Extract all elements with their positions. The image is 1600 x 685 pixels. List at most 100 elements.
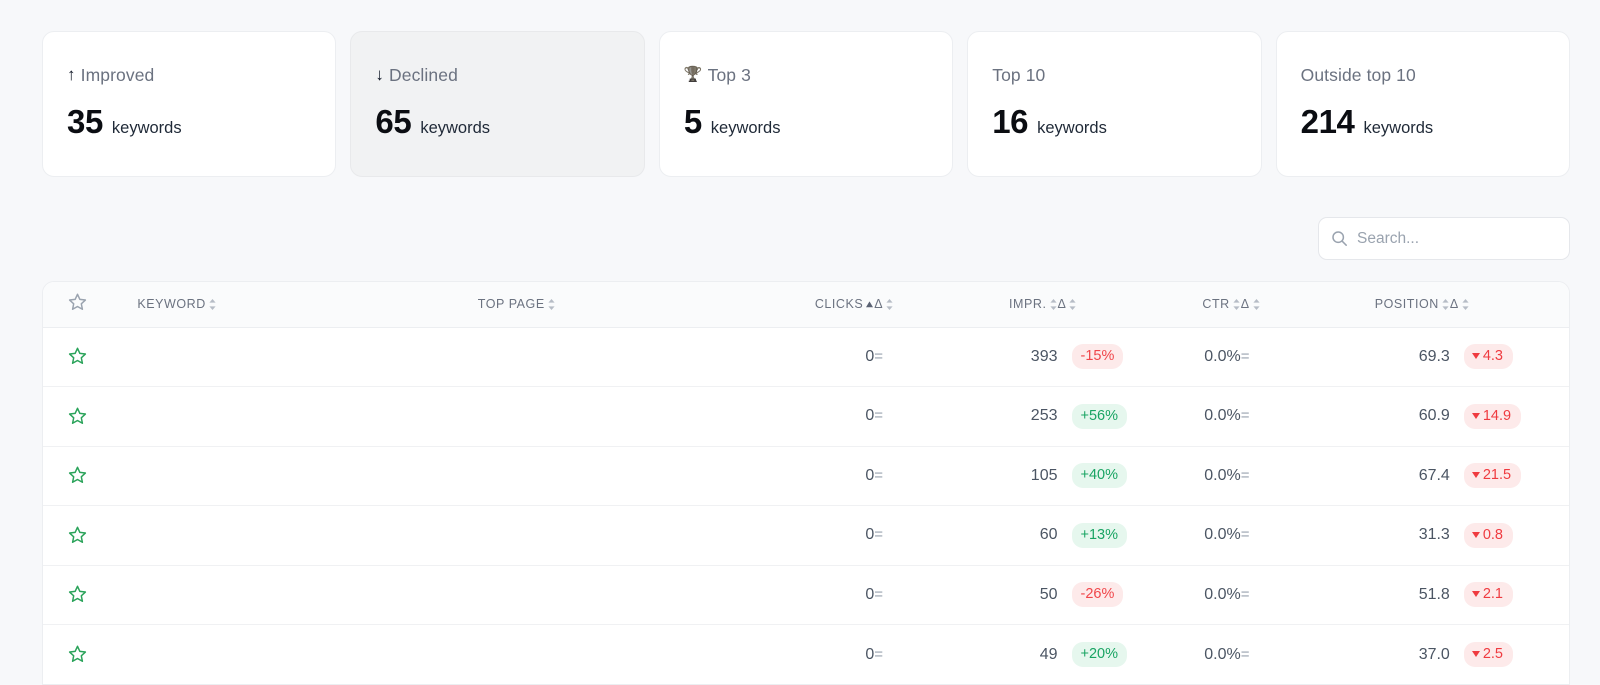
row-keyword-cell[interactable] — [113, 505, 478, 566]
stat-card-value: 16 — [992, 103, 1029, 140]
row-star-cell[interactable] — [43, 446, 114, 506]
equal-icon: = — [1240, 645, 1250, 663]
sort-toggle-icon[interactable] — [547, 297, 556, 311]
delta-chip: +20% — [1071, 642, 1127, 667]
equal-icon: = — [1240, 347, 1250, 365]
row-impressions-delta: +40% — [1057, 446, 1153, 506]
table-row[interactable]: 0 = 253 +56% 0.0% = 60.9 14.9 — [43, 386, 1569, 447]
position-delta-value: 14.9 — [1482, 407, 1512, 424]
column-header-label: POSITION — [1374, 297, 1439, 312]
column-header-impr_d[interactable]: Δ — [1057, 282, 1153, 328]
sort-toggle-icon[interactable] — [1441, 297, 1450, 311]
stat-card-label-text: Declined — [389, 65, 458, 85]
star-icon[interactable] — [67, 644, 113, 665]
row-top-page-cell[interactable] — [478, 625, 787, 685]
row-ctr: 0.0% — [1152, 505, 1241, 566]
stat-card-unit: keywords — [420, 119, 491, 137]
row-keyword-cell[interactable] — [113, 565, 478, 625]
column-header-clicks[interactable]: CLICKS — [786, 282, 875, 328]
row-star-cell[interactable] — [43, 565, 114, 625]
equal-icon: = — [1240, 466, 1250, 484]
delta-chip: -15% — [1071, 344, 1124, 370]
row-impressions-delta: +56% — [1057, 386, 1153, 447]
star-icon[interactable] — [67, 406, 113, 427]
row-star-cell[interactable] — [43, 386, 114, 447]
position-delta-chip: 14.9 — [1463, 403, 1522, 429]
keywords-table: KEYWORD TOP PAGE CLICKS Δ IMPR. Δ CTR Δ POSITION… — [43, 282, 1569, 684]
column-header-ctr[interactable]: CTR — [1152, 282, 1241, 328]
row-ctr-delta: = — [1240, 327, 1336, 387]
row-clicks: 0 — [786, 505, 875, 566]
table-row[interactable]: 0 = 393 -15% 0.0% = 69.3 4.3 — [43, 327, 1569, 387]
triangle-down-icon — [1471, 591, 1480, 598]
sort-toggle-icon[interactable] — [1461, 297, 1470, 311]
table-header-row: KEYWORD TOP PAGE CLICKS Δ IMPR. Δ CTR Δ POSITION… — [43, 282, 1569, 328]
sort-asc-icon[interactable] — [865, 297, 874, 311]
equal-icon: = — [874, 585, 884, 603]
stat-card-improved[interactable]: ↑ Improved 35 keywords — [42, 31, 337, 177]
sort-toggle-icon[interactable] — [885, 297, 894, 311]
table-row[interactable]: 0 = 60 +13% 0.0% = 31.3 0.8 — [43, 505, 1569, 566]
row-keyword-cell[interactable] — [113, 446, 478, 506]
sort-toggle-icon[interactable] — [1252, 297, 1261, 311]
column-header-clicks_d[interactable]: Δ — [874, 282, 970, 328]
stat-card-label: ↑ Improved — [67, 65, 335, 85]
row-impressions: 50 — [969, 565, 1058, 625]
row-star-cell[interactable] — [43, 625, 113, 685]
triangle-down-icon — [1471, 412, 1480, 419]
sort-toggle-icon[interactable] — [1232, 297, 1241, 311]
search-icon — [1331, 230, 1348, 247]
delta-chip: -26% — [1071, 582, 1124, 608]
position-delta-chip: 2.1 — [1463, 582, 1513, 608]
stat-card-unit: keywords — [1037, 119, 1107, 137]
star-icon[interactable] — [67, 525, 113, 546]
row-keyword-cell[interactable] — [113, 386, 478, 447]
triangle-down-icon — [1471, 353, 1480, 360]
column-header-ctr_d[interactable]: Δ — [1240, 282, 1336, 328]
row-star-cell[interactable] — [43, 505, 114, 566]
stat-cards-row: ↑ Improved 35 keywords ↓ Declined 65 keywords 🏆 T… — [0, 0, 1600, 177]
table-row[interactable]: 0 = 50 -26% 0.0% = 51.8 2.1 — [43, 565, 1569, 625]
sort-toggle-icon[interactable] — [1068, 297, 1077, 311]
row-star-cell[interactable] — [43, 327, 114, 387]
row-clicks: 0 — [786, 386, 875, 447]
row-ctr-delta: = — [1240, 446, 1336, 506]
stat-card-label: Outside top 10 — [1301, 65, 1569, 85]
sort-toggle-icon[interactable] — [1049, 297, 1058, 311]
position-delta-value: 21.5 — [1482, 467, 1512, 484]
star-icon[interactable] — [67, 465, 113, 486]
triangle-down-icon — [1471, 531, 1480, 538]
stat-card-declined[interactable]: ↓ Declined 65 keywords — [350, 31, 645, 177]
row-keyword-cell[interactable] — [113, 625, 477, 685]
row-impressions: 49 — [1039, 645, 1058, 663]
sort-toggle-icon[interactable] — [208, 297, 217, 311]
row-top-page-cell[interactable] — [477, 386, 787, 447]
row-ctr: 0.0% — [1152, 446, 1241, 506]
star-icon[interactable] — [67, 584, 113, 605]
column-header-top_page[interactable]: TOP PAGE — [477, 282, 787, 328]
row-ctr-delta: = — [1240, 505, 1336, 566]
search-input[interactable] — [1357, 229, 1557, 248]
table-row[interactable]: 0 = 105 +40% 0.0% = 67.4 21.5 — [43, 446, 1569, 506]
arrow-up-icon: ↑ — [67, 65, 76, 84]
table-row[interactable]: 0 = 49 +20% 0.0% = 37.0 2.5 — [43, 625, 1569, 685]
column-header-position[interactable]: POSITION — [1335, 282, 1450, 328]
stat-card-outside-top-10[interactable]: Outside top 10 214 keywords — [1275, 31, 1571, 177]
equal-icon: = — [874, 526, 884, 544]
search-box[interactable] — [1318, 217, 1570, 260]
column-header-pos_d[interactable]: Δ — [1449, 282, 1569, 328]
stat-card-top-10[interactable]: Top 10 16 keywords — [967, 31, 1262, 177]
row-top-page-cell[interactable] — [477, 505, 787, 566]
equal-icon: = — [874, 466, 884, 484]
star-icon[interactable] — [67, 346, 113, 367]
table-head: KEYWORD TOP PAGE CLICKS Δ IMPR. Δ CTR Δ POSITION… — [43, 282, 1569, 328]
stat-card-top-3[interactable]: 🏆 Top 3 5 keywords — [658, 31, 954, 177]
row-keyword-cell[interactable] — [113, 327, 478, 387]
stat-card-value: 35 — [67, 103, 103, 140]
column-header-impr[interactable]: IMPR. — [969, 282, 1058, 328]
row-top-page-cell[interactable] — [477, 446, 787, 506]
triangle-down-icon — [1471, 651, 1480, 657]
row-top-page-cell[interactable] — [477, 327, 787, 387]
row-top-page-cell[interactable] — [477, 565, 787, 625]
column-header-keyword[interactable]: KEYWORD — [113, 282, 478, 328]
